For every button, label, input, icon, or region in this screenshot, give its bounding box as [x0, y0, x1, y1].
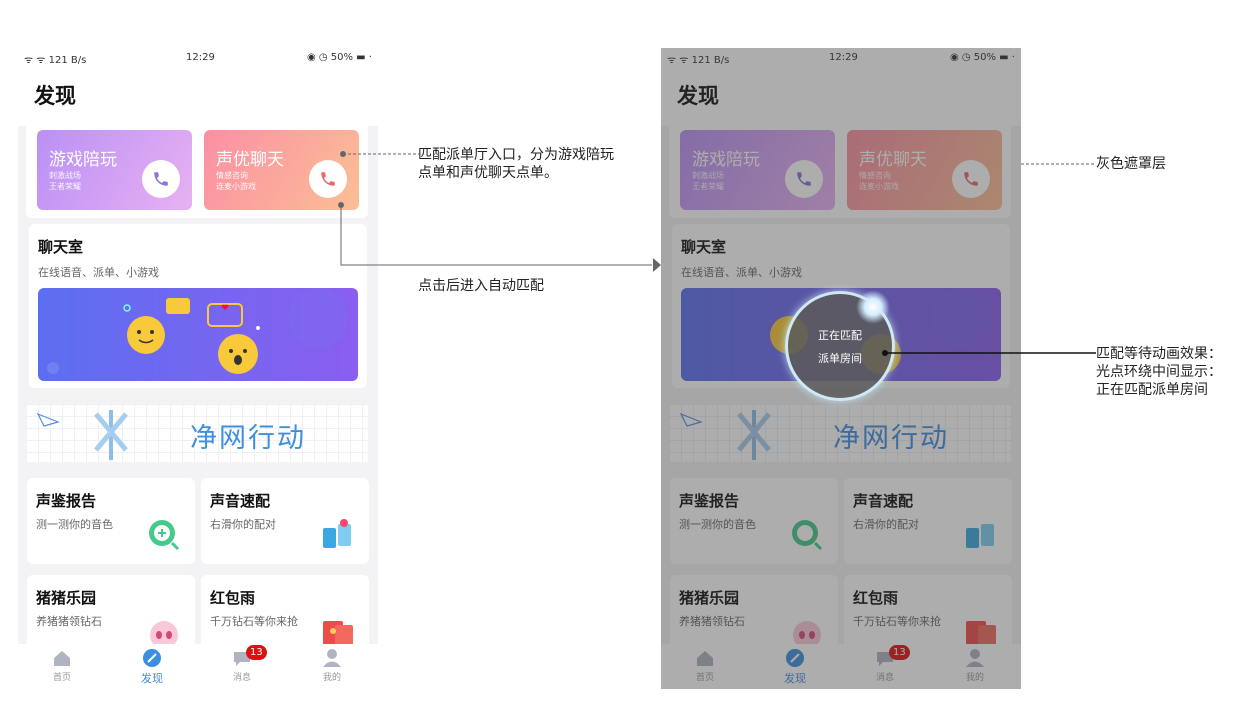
connector-dot-anim: [882, 350, 888, 356]
connector-to-matching: [340, 205, 652, 266]
annotation-connectors: [338, 151, 1096, 356]
annotation-entry: 匹配派单厅入口，分为游戏陪玩点单和声优聊天点单。: [418, 147, 614, 181]
arrow-head: [653, 258, 661, 272]
connector-dot-entry: [340, 151, 346, 157]
annotation-animation: 匹配等待动画效果：光点环绕中间显示：正在匹配派单房间: [1096, 346, 1222, 398]
annotation-auto-match: 点击后进入自动匹配: [418, 278, 544, 294]
connector-dot-voice: [338, 202, 344, 208]
annotation-mask: 灰色遮罩层: [1096, 156, 1166, 172]
